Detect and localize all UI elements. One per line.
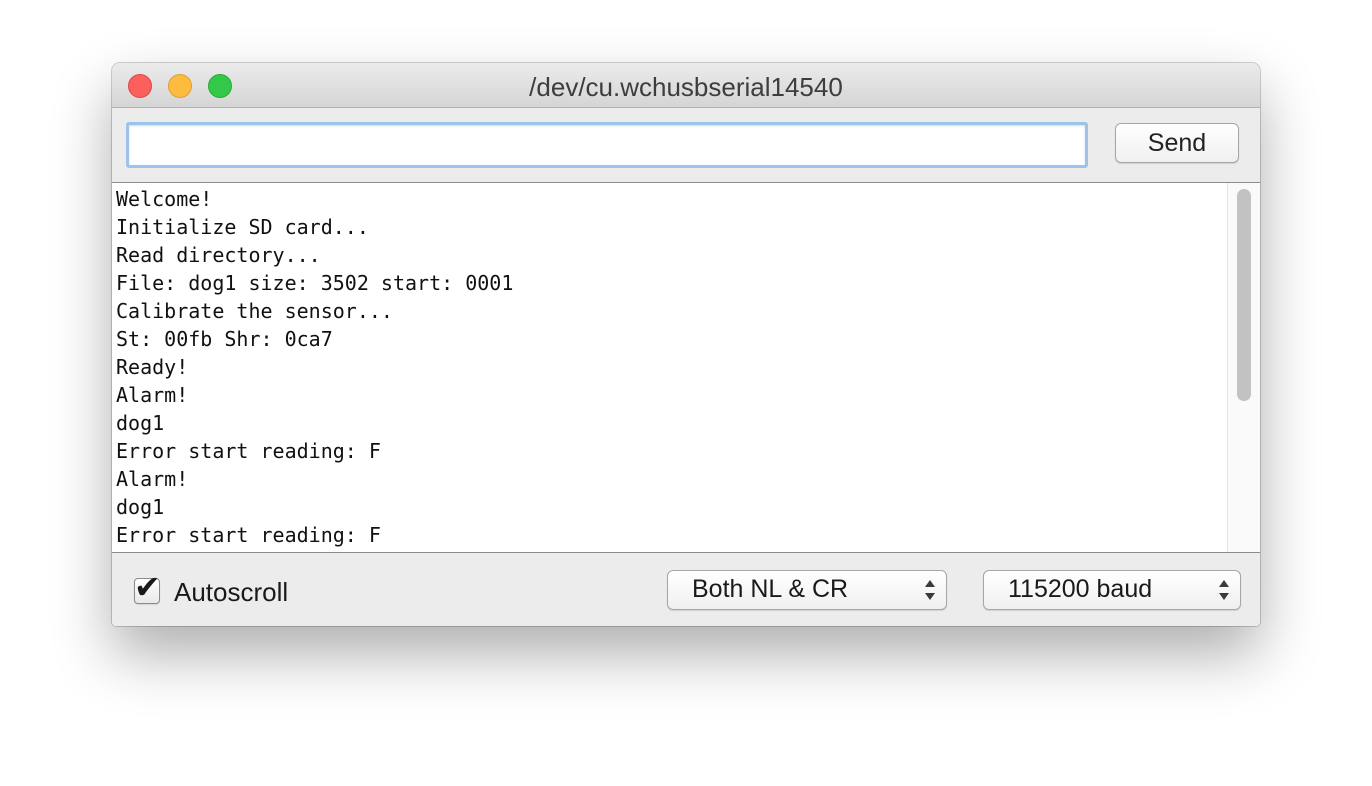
output-line: Error start reading: F [116, 439, 381, 463]
autoscroll-toggle[interactable]: ✔ Autoscroll [134, 570, 289, 607]
up-down-arrows-icon [924, 579, 936, 601]
line-ending-select[interactable]: Both NL & CR [667, 570, 947, 610]
serial-monitor-window: /dev/cu.wchusbserial14540 Send Welcome! I… [112, 63, 1260, 626]
send-button[interactable]: Send [1115, 123, 1239, 163]
baud-rate-value: 115200 baud [1008, 575, 1153, 603]
line-ending-value: Both NL & CR [692, 575, 849, 603]
output-scrollbar-thumb[interactable] [1237, 189, 1251, 401]
serial-output-text: Welcome! Initialize SD card... Read direct… [116, 185, 1221, 549]
output-scrollbar[interactable] [1227, 183, 1260, 552]
output-line: St: 00fb Shr: 0ca7 [116, 327, 333, 351]
output-line: Error start reading: F [116, 523, 381, 547]
output-line: dog1 [116, 411, 165, 435]
output-line: Ready! [116, 355, 189, 379]
bottom-bar: ✔ Autoscroll Both NL & CR 115200 baud [112, 553, 1260, 626]
checkmark-icon: ✔ [134, 568, 161, 606]
output-line: Initialize SD card... [116, 215, 369, 239]
send-toolbar: Send [112, 108, 1260, 182]
up-down-arrows-icon [1218, 579, 1230, 601]
output-line: Welcome! [116, 187, 213, 211]
autoscroll-label: Autoscroll [174, 576, 289, 607]
serial-send-input[interactable] [126, 122, 1088, 168]
output-line: dog1 [116, 495, 165, 519]
output-line: Alarm! [116, 383, 189, 407]
serial-output-area[interactable]: Welcome! Initialize SD card... Read direct… [112, 182, 1260, 553]
title-bar[interactable]: /dev/cu.wchusbserial14540 [112, 63, 1260, 108]
output-line: File: dog1 size: 3502 start: 0001 [116, 271, 514, 295]
baud-rate-select[interactable]: 115200 baud [983, 570, 1241, 610]
autoscroll-checkbox[interactable]: ✔ [134, 570, 161, 604]
window-title: /dev/cu.wchusbserial14540 [529, 72, 843, 102]
output-line: Alarm! [116, 467, 189, 491]
output-line: Calibrate the sensor... [116, 299, 393, 323]
output-line: Read directory... [116, 243, 321, 267]
